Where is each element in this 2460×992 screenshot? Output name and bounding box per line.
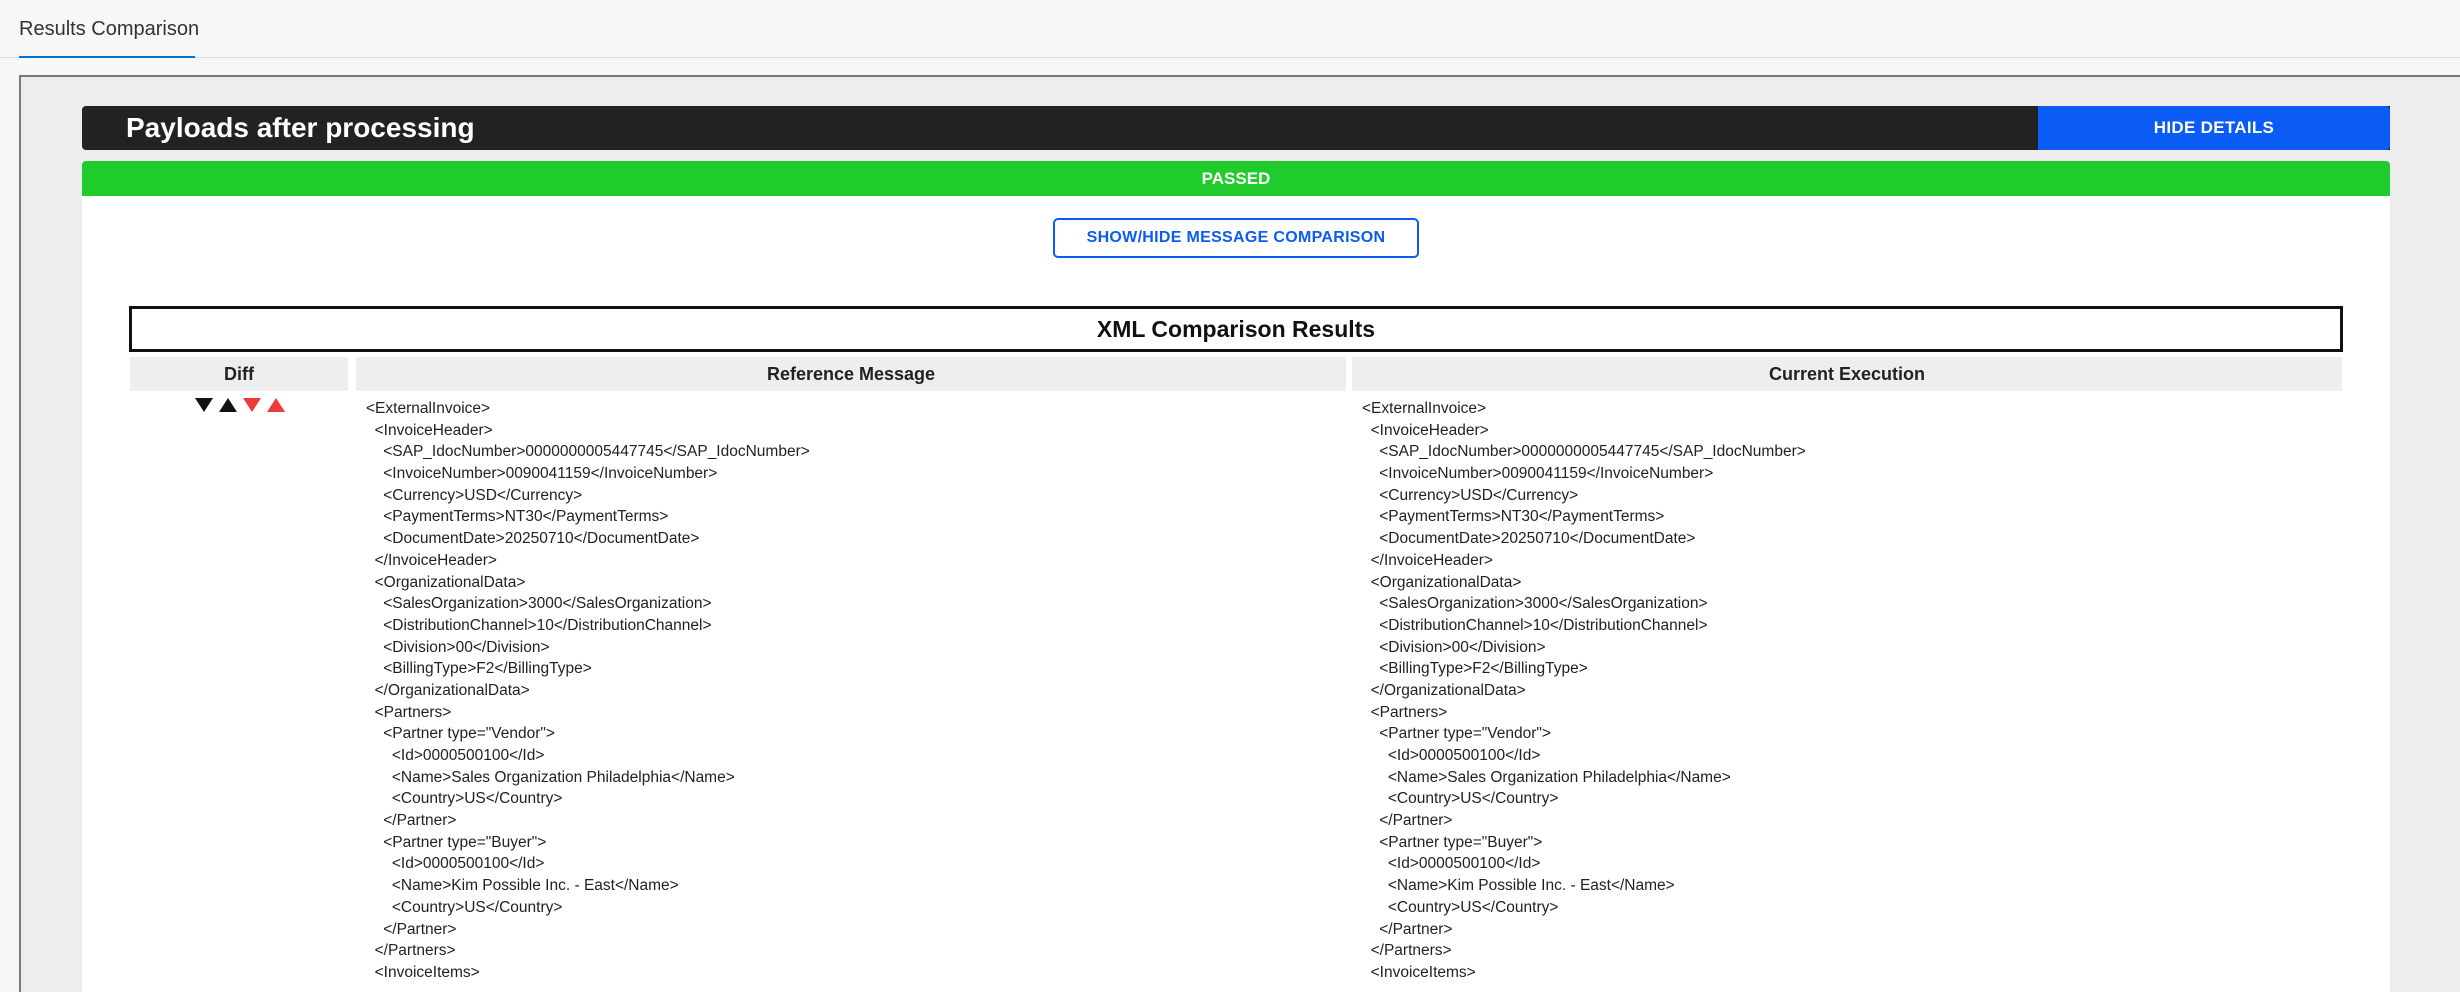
xml-line: <SalesOrganization>3000</SalesOrganizati… (366, 595, 712, 613)
xml-line: <BillingType>F2</BillingType> (366, 660, 592, 678)
xml-line: <ExternalInvoice> (366, 400, 491, 417)
xml-line: <Name>Sales Organization Philadelphia</N… (1362, 768, 1731, 786)
xml-line: </Partners> (366, 942, 456, 960)
xml-line: <Partner type="Vendor"> (366, 725, 555, 743)
xml-line: </Partner> (1362, 920, 1453, 938)
xml-line: <Id>0000500100</Id> (1362, 855, 1541, 873)
xml-line: <Division>00</Division> (366, 638, 550, 656)
hide-details-button[interactable]: HIDE DETAILS (2038, 106, 2390, 150)
xml-line: <Partners> (366, 703, 452, 721)
xml-line: <InvoiceHeader> (1362, 421, 1489, 439)
xml-line: <PaymentTerms>NT30</PaymentTerms> (1362, 508, 1665, 526)
xml-line: </OrganizationalData> (366, 681, 530, 699)
xml-line: </OrganizationalData> (1362, 681, 1526, 699)
xml-line: <Id>0000500100</Id> (366, 855, 545, 873)
status-badge: PASSED (82, 161, 2390, 196)
xml-line: </Partner> (1362, 812, 1453, 830)
triangle-down-black-icon[interactable] (195, 398, 213, 412)
triangle-up-black-icon[interactable] (219, 398, 237, 412)
xml-line: <InvoiceNumber>0090041159</InvoiceNumber… (1362, 465, 1714, 483)
xml-line: <InvoiceItems> (1362, 963, 1476, 981)
xml-line: <Currency>USD</Currency> (1362, 486, 1579, 504)
xml-line: <BillingType>F2</BillingType> (1362, 660, 1588, 678)
xml-line: <Name>Kim Possible Inc. - East</Name> (1362, 877, 1675, 895)
xml-line: <Name>Kim Possible Inc. - East</Name> (366, 877, 679, 895)
xml-line: <InvoiceNumber>0090041159</InvoiceNumber… (366, 465, 718, 483)
xml-line: <Country>US</Country> (366, 898, 563, 916)
diff-navigation (195, 398, 285, 412)
xml-line: <OrganizationalData> (1362, 573, 1522, 591)
triangle-down-red-icon[interactable] (243, 398, 261, 412)
current-execution-xml: <ExternalInvoice> <InvoiceHeader> <SAP_I… (1362, 398, 1806, 984)
xml-line: </InvoiceHeader> (366, 551, 497, 569)
tab-results-comparison[interactable]: Results Comparison (19, 0, 199, 58)
xml-line: </Partner> (366, 920, 457, 938)
xml-line: <Country>US</Country> (366, 790, 563, 808)
xml-line: <SAP_IdocNumber>0000000005447745</SAP_Id… (366, 443, 810, 461)
xml-line: <ExternalInvoice> (1362, 400, 1487, 417)
triangle-up-red-icon[interactable] (267, 398, 285, 412)
xml-line: <Division>00</Division> (1362, 638, 1546, 656)
xml-line: <Id>0000500100</Id> (366, 747, 545, 764)
page-title: Payloads after processing (126, 112, 475, 143)
xml-line: </InvoiceHeader> (1362, 551, 1493, 569)
xml-line: <Id>0000500100</Id> (1362, 747, 1541, 764)
xml-line: <DocumentDate>20250710</DocumentDate> (1362, 530, 1696, 548)
xml-line: <Country>US</Country> (1362, 790, 1559, 808)
xml-line: <OrganizationalData> (366, 573, 526, 591)
xml-line: </Partners> (1362, 942, 1452, 960)
xml-line: <Partner type="Buyer"> (366, 833, 547, 851)
xml-line: <InvoiceHeader> (366, 421, 493, 439)
xml-line: <PaymentTerms>NT30</PaymentTerms> (366, 508, 669, 526)
xml-line: <Partner type="Buyer"> (1362, 833, 1543, 851)
active-tab-indicator (19, 56, 195, 58)
xml-line: <DistributionChannel>10</DistributionCha… (366, 616, 712, 634)
xml-line: <Country>US</Country> (1362, 898, 1559, 916)
column-header-diff: Diff (130, 357, 348, 391)
xml-line: </Partner> (366, 812, 457, 830)
xml-line: <SAP_IdocNumber>0000000005447745</SAP_Id… (1362, 443, 1806, 461)
xml-line: <Name>Sales Organization Philadelphia</N… (366, 768, 735, 786)
xml-line: <SalesOrganization>3000</SalesOrganizati… (1362, 595, 1708, 613)
reference-message-xml: <ExternalInvoice> <InvoiceHeader> <SAP_I… (366, 398, 810, 984)
xml-line: <Currency>USD</Currency> (366, 486, 583, 504)
xml-line: <DocumentDate>20250710</DocumentDate> (366, 530, 700, 548)
top-tab-bar: Results Comparison (0, 0, 2460, 58)
xml-line: <Partner type="Vendor"> (1362, 725, 1551, 743)
xml-comparison-title: XML Comparison Results (129, 306, 2343, 352)
show-hide-message-comparison-button[interactable]: SHOW/HIDE MESSAGE COMPARISON (1053, 218, 1419, 258)
column-header-current: Current Execution (1352, 357, 2342, 391)
xml-line: <InvoiceItems> (366, 963, 480, 981)
xml-line: <Partners> (1362, 703, 1448, 721)
xml-line: <DistributionChannel>10</DistributionCha… (1362, 616, 1708, 634)
column-header-reference: Reference Message (356, 357, 1346, 391)
